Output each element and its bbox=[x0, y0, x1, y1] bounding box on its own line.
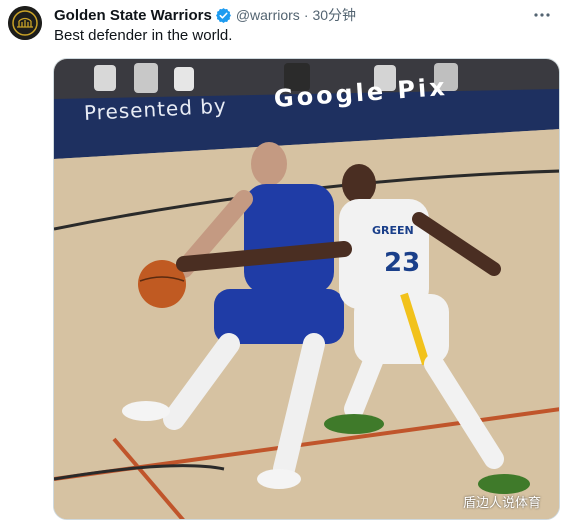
more-options-icon[interactable] bbox=[533, 6, 551, 24]
watermark: 盾边人说体育 bbox=[462, 496, 541, 511]
avatar[interactable] bbox=[8, 6, 42, 40]
author-name[interactable]: Golden State Warriors bbox=[54, 7, 212, 24]
separator-dot: · bbox=[303, 7, 309, 23]
media-image: GREEN 23 bbox=[54, 59, 559, 519]
jersey-number: 23 bbox=[384, 248, 420, 278]
jersey-name: GREEN bbox=[372, 224, 414, 237]
verified-badge-icon bbox=[215, 7, 232, 24]
tweet-header: Golden State Warriors @warriors · 30分钟 bbox=[54, 4, 551, 26]
author-handle[interactable]: @warriors bbox=[236, 7, 300, 23]
avatar-logo-icon bbox=[8, 6, 42, 40]
tweet-media[interactable]: GREEN 23 Presented by Google Pix 盾边人说体育 bbox=[53, 58, 560, 520]
tweet-text: Best defender in the world. bbox=[54, 27, 233, 44]
tweet-timestamp[interactable]: 30分钟 bbox=[312, 5, 356, 25]
